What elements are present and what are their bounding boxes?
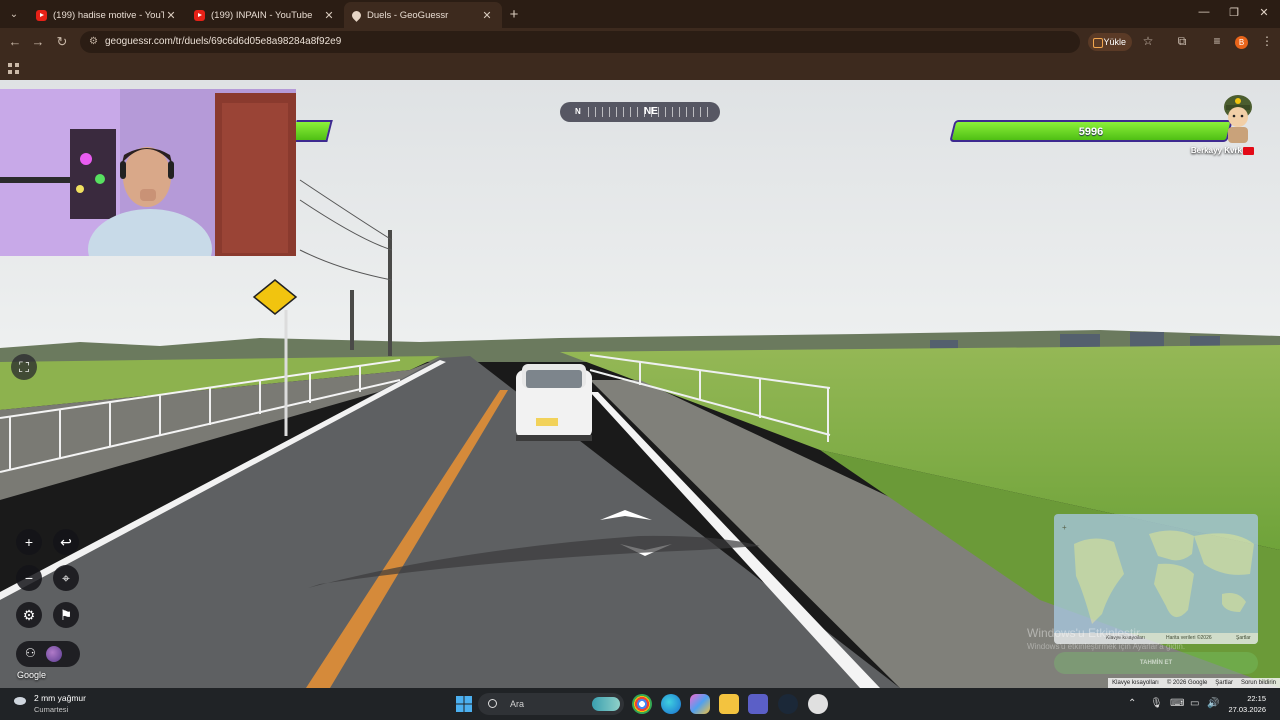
network-icon[interactable]: ▭ (1190, 698, 1199, 709)
windows-taskbar: 2 mm yağmur Cumartesi Ara ⌃ 🎙 ⌨ ▭ 🔊 22:1… (0, 688, 1280, 720)
windows-activation-title: Windows'u Etkinleştir (1027, 626, 1140, 640)
guess-minimap[interactable]: + Klavye kısayolları Harita verileri ©20… (1054, 514, 1258, 644)
emote-toolbar: ⚇ (16, 641, 80, 667)
tab-geoguessr-duels[interactable]: Duels - GeoGuessr ✕ (344, 2, 502, 28)
site-info-icon[interactable]: ⚙ (89, 31, 98, 53)
compass-north-label: N (575, 107, 581, 116)
chrome-icon[interactable] (632, 694, 652, 714)
file-explorer-icon[interactable] (719, 694, 739, 714)
zoom-in-button[interactable]: + (16, 529, 42, 555)
close-icon[interactable]: ✕ (480, 9, 494, 22)
copilot-icon[interactable] (690, 694, 710, 714)
geoguessr-app-icon[interactable] (808, 694, 828, 714)
youtube-icon (36, 9, 47, 21)
player-name: Berkayy Kvrk (1190, 146, 1242, 155)
tab-strip: ⌄ (199) hadise motive - YouTube ✕ (199) … (0, 0, 1280, 28)
attrib-shortcuts-link[interactable]: Klavye kısayolları (1112, 678, 1159, 688)
map-attribution: Klavye kısayolları © 2026 Google Şartlar… (1108, 678, 1280, 688)
edge-icon[interactable] (661, 694, 681, 714)
menu-kebab-icon[interactable]: ⋮ (1259, 34, 1275, 48)
close-icon[interactable]: ✕ (322, 9, 336, 22)
reload-icon[interactable]: ↻ (54, 34, 70, 50)
svg-text:+: + (1062, 523, 1067, 532)
youtube-icon (194, 9, 205, 21)
bookmarks-bar (0, 56, 1280, 80)
geoguessr-pin-icon (350, 8, 363, 22)
windows-activation-subtitle: Windows'u etkinleştirmek için Ayarlar'a … (1027, 642, 1186, 651)
extensions-icon[interactable]: ⧉ (1174, 34, 1190, 49)
address-toolbar: ← → ↻ ⚙ geoguessr.com/tr/duels/69c6d6d05… (0, 28, 1280, 56)
minimize-icon[interactable]: — (1194, 6, 1214, 18)
profile-avatar[interactable]: B (1235, 36, 1248, 49)
url-field[interactable]: ⚙ geoguessr.com/tr/duels/69c6d6d05e8a982… (80, 31, 1080, 53)
flag-icon[interactable]: ⚑ (53, 602, 79, 628)
teams-icon[interactable] (748, 694, 768, 714)
taskbar-search[interactable]: Ara (478, 693, 624, 715)
white-car (516, 364, 592, 441)
compass: N NE (560, 102, 720, 122)
emote-icon[interactable] (46, 646, 62, 662)
tab-title: (199) hadise motive - YouTube (53, 9, 164, 21)
taskbar-clock[interactable]: 22:15 27.03.2026 (1220, 693, 1266, 715)
microphone-icon[interactable]: 🎙 (1150, 698, 1163, 709)
back-icon[interactable]: ← (7, 34, 23, 49)
volume-icon[interactable]: 🔊 (1207, 698, 1219, 709)
streamer-webcam-overlay (0, 89, 296, 256)
search-highlight-icon (592, 697, 620, 711)
install-app-button[interactable]: Yükle (1088, 33, 1132, 51)
attrib-report-link[interactable]: Sorun bildirin (1241, 678, 1276, 688)
turkey-flag-icon (1243, 147, 1254, 155)
rain-cloud-icon (14, 697, 26, 705)
settings-gear-icon[interactable]: ⚙ (16, 602, 42, 628)
steam-icon[interactable] (778, 694, 798, 714)
google-logo: Google (17, 670, 47, 680)
compass-heading-label: NE (644, 106, 658, 117)
clock-date: 27.03.2026 (1228, 705, 1266, 714)
new-tab-button[interactable]: + (502, 6, 526, 23)
tab-title: (199) INPAIN - YouTube (211, 9, 313, 21)
attrib-copyright: © 2026 Google (1166, 680, 1208, 686)
close-icon[interactable]: ✕ (164, 9, 178, 22)
tab-title: Duels - GeoGuessr (367, 9, 449, 21)
weather-day: Cumartesi (34, 705, 69, 714)
search-placeholder: Ara (510, 699, 525, 709)
restore-icon[interactable]: ❐ (1224, 6, 1244, 19)
zoom-out-button[interactable]: − (16, 565, 42, 591)
keyboard-icon[interactable]: ⌨ (1170, 698, 1184, 709)
window-close-icon[interactable]: ✕ (1254, 6, 1274, 19)
player-avatar (1220, 93, 1256, 143)
guess-button[interactable]: TAHMİN ET (1054, 652, 1258, 674)
undo-move-button[interactable]: ↩ (53, 529, 79, 555)
street-view-badge-icon[interactable]: ⛶ (11, 354, 37, 380)
url-text: geoguessr.com/tr/duels/69c6d6d05e8a98284… (105, 36, 342, 47)
windows-start-icon[interactable] (454, 694, 474, 714)
apps-grid-icon[interactable] (8, 61, 19, 74)
minimap-terms-link[interactable]: Şartlar (1236, 633, 1251, 644)
return-to-start-icon[interactable]: ⌖ (53, 565, 79, 591)
players-icon[interactable]: ⚇ (25, 646, 36, 660)
tab-youtube-hadise[interactable]: (199) hadise motive - YouTube ✕ (28, 2, 186, 28)
player-health-value: 5996 (1078, 126, 1104, 138)
attrib-terms-link[interactable]: Şartlar (1215, 678, 1233, 688)
search-icon (488, 699, 497, 708)
media-controls-icon[interactable]: ≡ (1209, 34, 1225, 48)
tab-search-chevron-icon[interactable]: ⌄ (0, 9, 28, 20)
opponent-health-bar (291, 120, 333, 142)
bookmark-star-icon[interactable]: ☆ (1140, 34, 1156, 48)
weather-condition: 2 mm yağmur (34, 693, 86, 703)
forward-icon[interactable]: → (30, 34, 46, 49)
tab-youtube-inpain[interactable]: (199) INPAIN - YouTube ✕ (186, 2, 344, 28)
tray-overflow-chevron-icon[interactable]: ⌃ (1128, 698, 1136, 709)
clock-time: 22:15 (1247, 694, 1266, 703)
